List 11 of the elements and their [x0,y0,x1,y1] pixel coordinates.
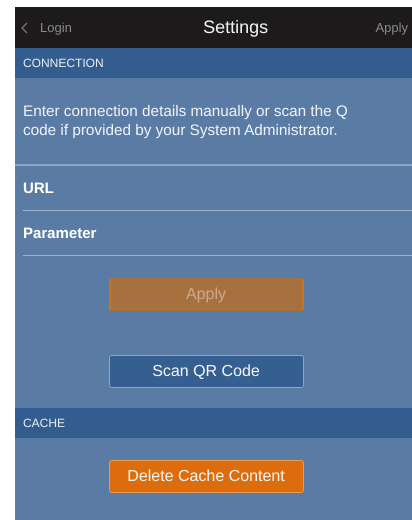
chevron-left-icon [21,22,28,34]
section-title: CACHE [23,416,66,430]
apply-link[interactable]: Apply [375,20,408,35]
section-title: CONNECTION [23,56,104,70]
nav-title: Settings [203,17,268,38]
back-button[interactable]: Login [21,20,72,35]
input-field[interactable]: Parameter [23,211,412,256]
action-button[interactable]: Delete Cache Content [108,460,304,493]
input-field[interactable]: URL [23,166,412,211]
description-text: Enter connection details manually or scan the Q code if provided by your System Administrator. [22,102,349,141]
action-button[interactable]: Scan QR Code [108,355,304,388]
